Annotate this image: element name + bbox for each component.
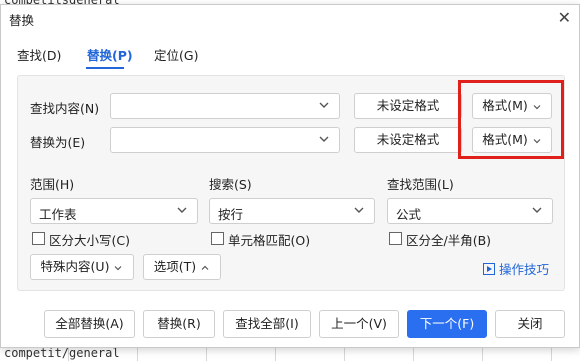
replace-format-status[interactable]: 未设定格式: [354, 127, 462, 153]
dialog-title: 替换: [9, 13, 35, 28]
options-toggle-button[interactable]: 选项(T): [143, 254, 221, 280]
chevron-down-icon: [354, 207, 364, 213]
chevron-down-icon: [532, 207, 542, 213]
look-in-select-value: 公式: [396, 207, 422, 222]
replace-format-button-label: 格式(M): [482, 132, 528, 147]
next-button[interactable]: 下一个(F): [407, 310, 487, 338]
match-case-label: 区分大小写(C): [49, 233, 130, 248]
chevron-down-icon: [115, 265, 122, 270]
match-cell-label: 单元格匹配(O): [228, 233, 311, 248]
search-label: 搜索(S): [209, 177, 252, 192]
replace-all-button[interactable]: 全部替换(A): [44, 310, 135, 338]
checkbox-box: [389, 232, 402, 245]
chevron-down-icon: [319, 102, 329, 108]
chevron-down-icon: [177, 207, 187, 213]
background-cell-text-bottom: competit/general: [4, 346, 120, 360]
dialog-titlebar[interactable]: 替换 ✕: [1, 5, 579, 31]
find-format-button-label: 格式(M): [482, 98, 528, 113]
replace-input[interactable]: [110, 127, 340, 153]
look-in-label: 查找范围(L): [387, 177, 454, 192]
replace-format-button[interactable]: 格式(M): [472, 127, 552, 153]
scope-select[interactable]: 工作表: [30, 198, 198, 224]
active-tab-indicator: [86, 67, 124, 69]
replace-button[interactable]: 替换(R): [143, 310, 215, 338]
play-icon: [483, 263, 495, 275]
search-select-value: 按行: [218, 207, 244, 222]
chevron-down-icon: [319, 136, 329, 142]
search-select[interactable]: 按行: [209, 198, 375, 224]
special-content-button[interactable]: 特殊内容(U): [30, 254, 134, 280]
checkbox-box: [211, 232, 224, 245]
options-toggle-label: 选项(T): [153, 259, 197, 274]
chevron-down-icon: [533, 138, 541, 143]
tips-link-label: 操作技巧: [499, 262, 550, 277]
tab-goto[interactable]: 定位(G): [154, 45, 198, 64]
find-label: 查找内容(N): [30, 101, 100, 116]
special-content-label: 特殊内容(U): [40, 259, 110, 274]
chevron-up-icon: [201, 265, 209, 270]
find-input[interactable]: [110, 93, 340, 119]
chevron-down-icon: [533, 104, 541, 109]
tab-replace[interactable]: 替换(P): [87, 45, 133, 64]
tab-find[interactable]: 查找(D): [17, 45, 61, 64]
checkbox-box: [32, 232, 45, 245]
previous-button[interactable]: 上一个(V): [319, 310, 399, 338]
close-icon[interactable]: ✕: [558, 8, 571, 27]
find-all-button[interactable]: 查找全部(I): [223, 310, 311, 338]
match-width-label: 区分全/半角(B): [406, 233, 492, 248]
find-format-button[interactable]: 格式(M): [472, 93, 552, 119]
tips-link[interactable]: 操作技巧: [483, 259, 549, 278]
find-format-status[interactable]: 未设定格式: [354, 93, 462, 119]
scope-label: 范围(H): [30, 177, 75, 192]
scope-select-value: 工作表: [39, 207, 77, 222]
close-button[interactable]: 关闭: [495, 310, 565, 338]
look-in-select[interactable]: 公式: [387, 198, 553, 224]
replace-dialog: 替换 ✕ 查找(D) 替换(P) 定位(G) 查找内容(N) 未设定格式 格式(…: [0, 4, 580, 348]
replace-label: 替换为(E): [30, 135, 86, 150]
